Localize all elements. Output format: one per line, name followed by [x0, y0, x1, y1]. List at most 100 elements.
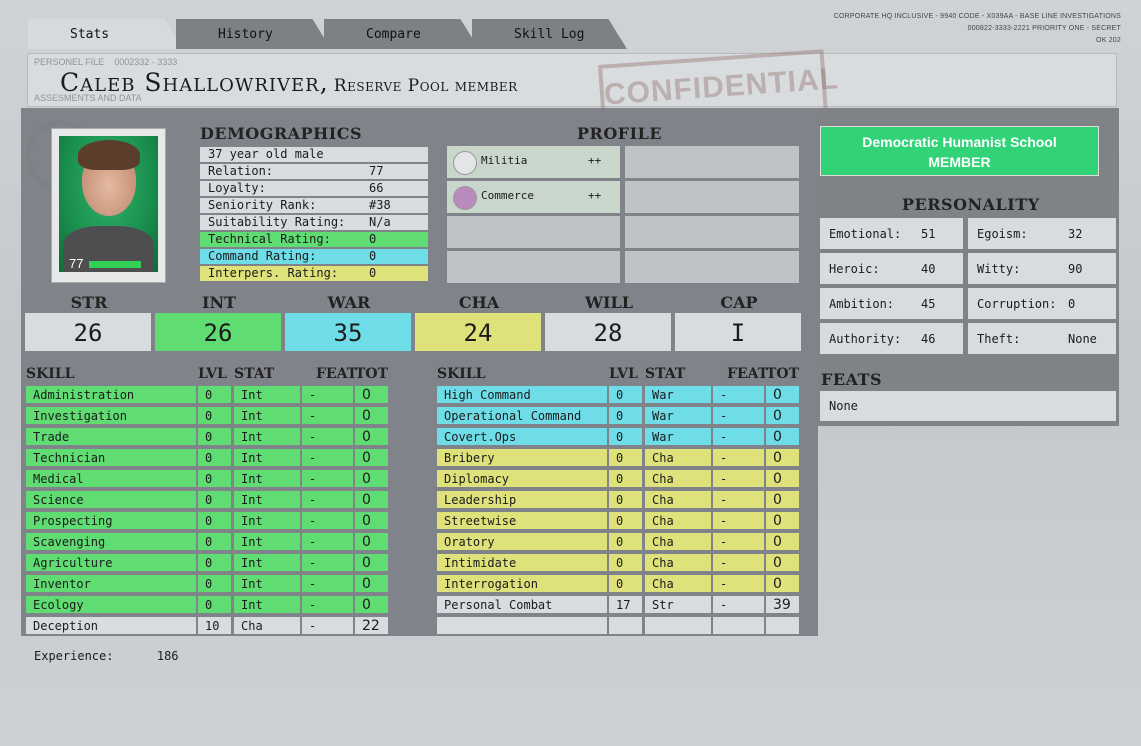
skill-tot: 0 [355, 512, 388, 529]
tab-label: Skill Log [514, 27, 585, 42]
personality-trait: Corruption: 0 [968, 288, 1116, 319]
skill-header-feat: FEAT [316, 366, 358, 382]
skill-stat: Cha [645, 554, 711, 571]
tab-stats[interactable]: Stats [28, 19, 183, 49]
skill-name[interactable]: Covert.Ops [437, 428, 607, 445]
political-affiliation[interactable]: Democratic Humanist School MEMBER [820, 126, 1099, 176]
personel-file-label: PERSONEL FILE 0002332 - 3333 [34, 57, 178, 67]
profile-heading: PROFILE [577, 124, 663, 143]
skill-name[interactable]: Interrogation [437, 575, 607, 592]
skill-feat: - [713, 449, 764, 466]
profile-item-label: Militia [481, 154, 528, 167]
fist-icon [453, 151, 477, 175]
skill-lvl: 0 [198, 428, 231, 445]
tab-history[interactable]: History [176, 19, 331, 49]
profile-item[interactable]: Militia ++ [447, 146, 620, 178]
skill-tot: 0 [766, 575, 799, 592]
skill-name[interactable]: Intimidate [437, 554, 607, 571]
skill-tot: 0 [355, 428, 388, 445]
portrait-frame[interactable]: 77 [51, 128, 166, 283]
name-comma: , [319, 68, 329, 97]
skill-name[interactable]: Diplomacy [437, 470, 607, 487]
demographic-row: Loyalty: 66 [200, 181, 428, 196]
skill-lvl: 0 [198, 554, 231, 571]
skill-name[interactable]: Administration [26, 386, 196, 403]
party-status: MEMBER [928, 154, 991, 170]
skill-feat: - [302, 386, 353, 403]
personality-label: Theft: [977, 332, 1021, 346]
demographic-row: Relation: 77 [200, 164, 428, 179]
skill-name[interactable]: Trade [26, 428, 196, 445]
skill-lvl: 0 [609, 386, 642, 403]
skill-stat: Cha [645, 575, 711, 592]
skill-feat: - [713, 428, 764, 445]
personality-label: Witty: [977, 262, 1021, 276]
header-meta: CORPORATE HQ INCLUSIVE - 9940 CODE - X03… [834, 11, 1121, 47]
experience-value: 186 [156, 649, 179, 663]
skill-lvl: 17 [609, 596, 642, 613]
skill-tot: 0 [355, 449, 388, 466]
skill-stat: War [645, 386, 711, 403]
skill-lvl [609, 617, 642, 634]
skill-stat: Int [234, 386, 300, 403]
personality-label: Emotional: [829, 227, 902, 241]
personality-trait: Egoism: 32 [968, 218, 1116, 249]
skill-name[interactable]: Operational Command [437, 407, 607, 424]
feats-heading: FEATS [821, 370, 883, 389]
skill-name[interactable]: Personal Combat [437, 596, 607, 613]
demographic-label: Suitability Rating: [208, 215, 346, 229]
skill-stat: Int [234, 512, 300, 529]
skill-tot: 0 [766, 533, 799, 550]
party-name: Democratic Humanist School [862, 134, 1057, 150]
tab-compare[interactable]: Compare [324, 19, 479, 49]
skill-feat: - [302, 407, 353, 424]
skill-feat: - [302, 575, 353, 592]
skill-name[interactable]: Inventor [26, 575, 196, 592]
skill-lvl: 0 [609, 407, 642, 424]
skill-tot: 0 [766, 491, 799, 508]
personality-value: 45 [921, 297, 936, 311]
skill-name[interactable]: Oratory [437, 533, 607, 550]
attribute-value-will: 28 [545, 313, 671, 351]
tab-skill-log[interactable]: Skill Log [472, 19, 627, 49]
header-meta-line: CORPORATE HQ INCLUSIVE - 9940 CODE - X03… [833, 13, 1121, 20]
skill-name[interactable]: Agriculture [26, 554, 196, 571]
skill-stat [645, 617, 711, 634]
attribute-name-cha: CHA [458, 293, 500, 312]
skill-name[interactable]: Bribery [437, 449, 607, 466]
skill-name[interactable] [437, 617, 607, 634]
skill-name[interactable]: Scavenging [26, 533, 196, 550]
profile-item[interactable]: Commerce ++ [447, 181, 620, 213]
skill-name[interactable]: Investigation [26, 407, 196, 424]
profile-item-rating: ++ [588, 154, 602, 167]
skill-name[interactable]: Deception [26, 617, 196, 634]
character-name-line: Caleb Shallowriver, Reserve Pool member [60, 68, 518, 97]
skill-name[interactable]: Leadership [437, 491, 607, 508]
skill-stat: Cha [645, 512, 711, 529]
skill-stat: Cha [645, 533, 711, 550]
skill-name[interactable]: Science [26, 491, 196, 508]
skill-name[interactable]: Ecology [26, 596, 196, 613]
skill-name[interactable]: Medical [26, 470, 196, 487]
skill-lvl: 0 [609, 554, 642, 571]
personality-value: 32 [1068, 227, 1083, 241]
profile-item-rating: ++ [588, 189, 602, 202]
skill-feat: - [713, 596, 764, 613]
skill-feat [713, 617, 764, 634]
skill-feat: - [713, 533, 764, 550]
skill-stat: War [645, 428, 711, 445]
skill-stat: Cha [645, 449, 711, 466]
portrait-hair [78, 140, 140, 170]
skill-stat: Int [234, 470, 300, 487]
skill-name[interactable]: Prospecting [26, 512, 196, 529]
skill-stat: War [645, 407, 711, 424]
skill-name[interactable]: Technician [26, 449, 196, 466]
attribute-name-will: WILL [585, 293, 633, 312]
skill-name[interactable]: Streetwise [437, 512, 607, 529]
skill-lvl: 0 [198, 470, 231, 487]
tab-label: Stats [70, 27, 110, 42]
skill-feat: - [713, 407, 764, 424]
skill-name[interactable]: High Command [437, 386, 607, 403]
demographic-value: 77 [369, 164, 384, 178]
health-bar [89, 261, 141, 268]
